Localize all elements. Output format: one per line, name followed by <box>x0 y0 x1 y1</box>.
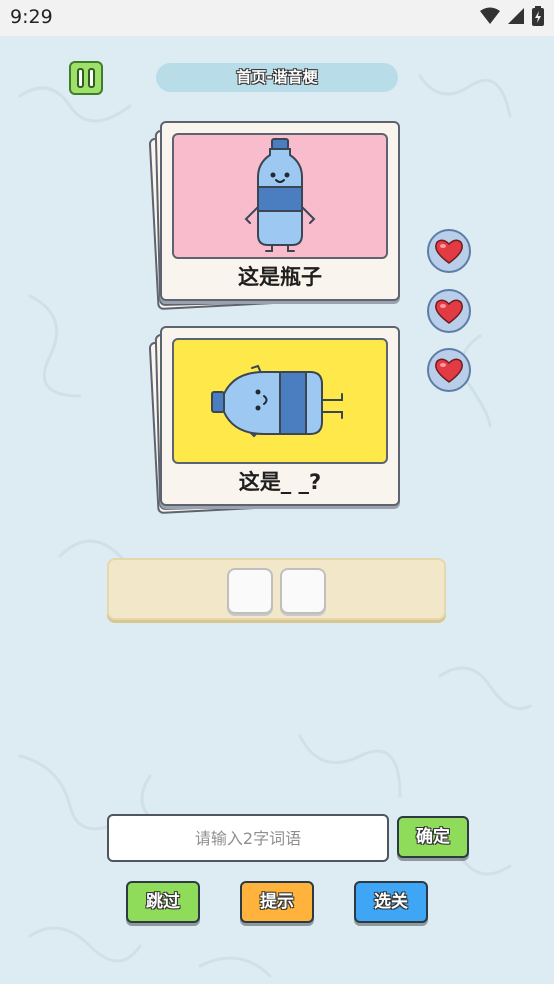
hint-button[interactable]: 提示 <box>240 881 314 923</box>
answer-panel <box>107 558 446 620</box>
battery-icon <box>532 6 544 26</box>
skip-button[interactable]: 跳过 <box>126 881 200 923</box>
answer-slot-1[interactable] <box>227 568 273 614</box>
life-heart <box>427 289 471 333</box>
life-heart <box>427 348 471 392</box>
life-heart <box>427 229 471 273</box>
question-card: 这是_ _? <box>160 326 400 506</box>
heart-icon <box>435 239 463 264</box>
clue-card: 这是瓶子 <box>160 121 400 301</box>
status-icons <box>480 6 544 26</box>
heart-icon <box>435 299 463 324</box>
cellular-signal-icon <box>508 8 524 24</box>
answer-slot-2[interactable] <box>280 568 326 614</box>
wifi-icon <box>480 7 500 24</box>
clue-card-image <box>172 133 388 259</box>
pause-icon-bar <box>88 68 95 88</box>
pause-button[interactable] <box>69 61 103 95</box>
status-time: 9:29 <box>10 6 53 28</box>
level-title: 首页-谐音梗 <box>156 63 398 92</box>
select-level-button[interactable]: 选关 <box>354 881 428 923</box>
status-bar: 9:29 <box>0 0 554 36</box>
question-card-image <box>172 338 388 464</box>
standing-bottle-icon <box>244 138 316 252</box>
pause-icon <box>77 68 84 88</box>
confirm-button[interactable]: 确定 <box>397 816 469 858</box>
lying-bottle-icon <box>211 364 343 438</box>
answer-input[interactable] <box>107 814 389 862</box>
clue-card-caption: 这是瓶子 <box>238 265 322 289</box>
question-card-caption: 这是_ _? <box>238 470 322 494</box>
heart-icon <box>435 358 463 383</box>
